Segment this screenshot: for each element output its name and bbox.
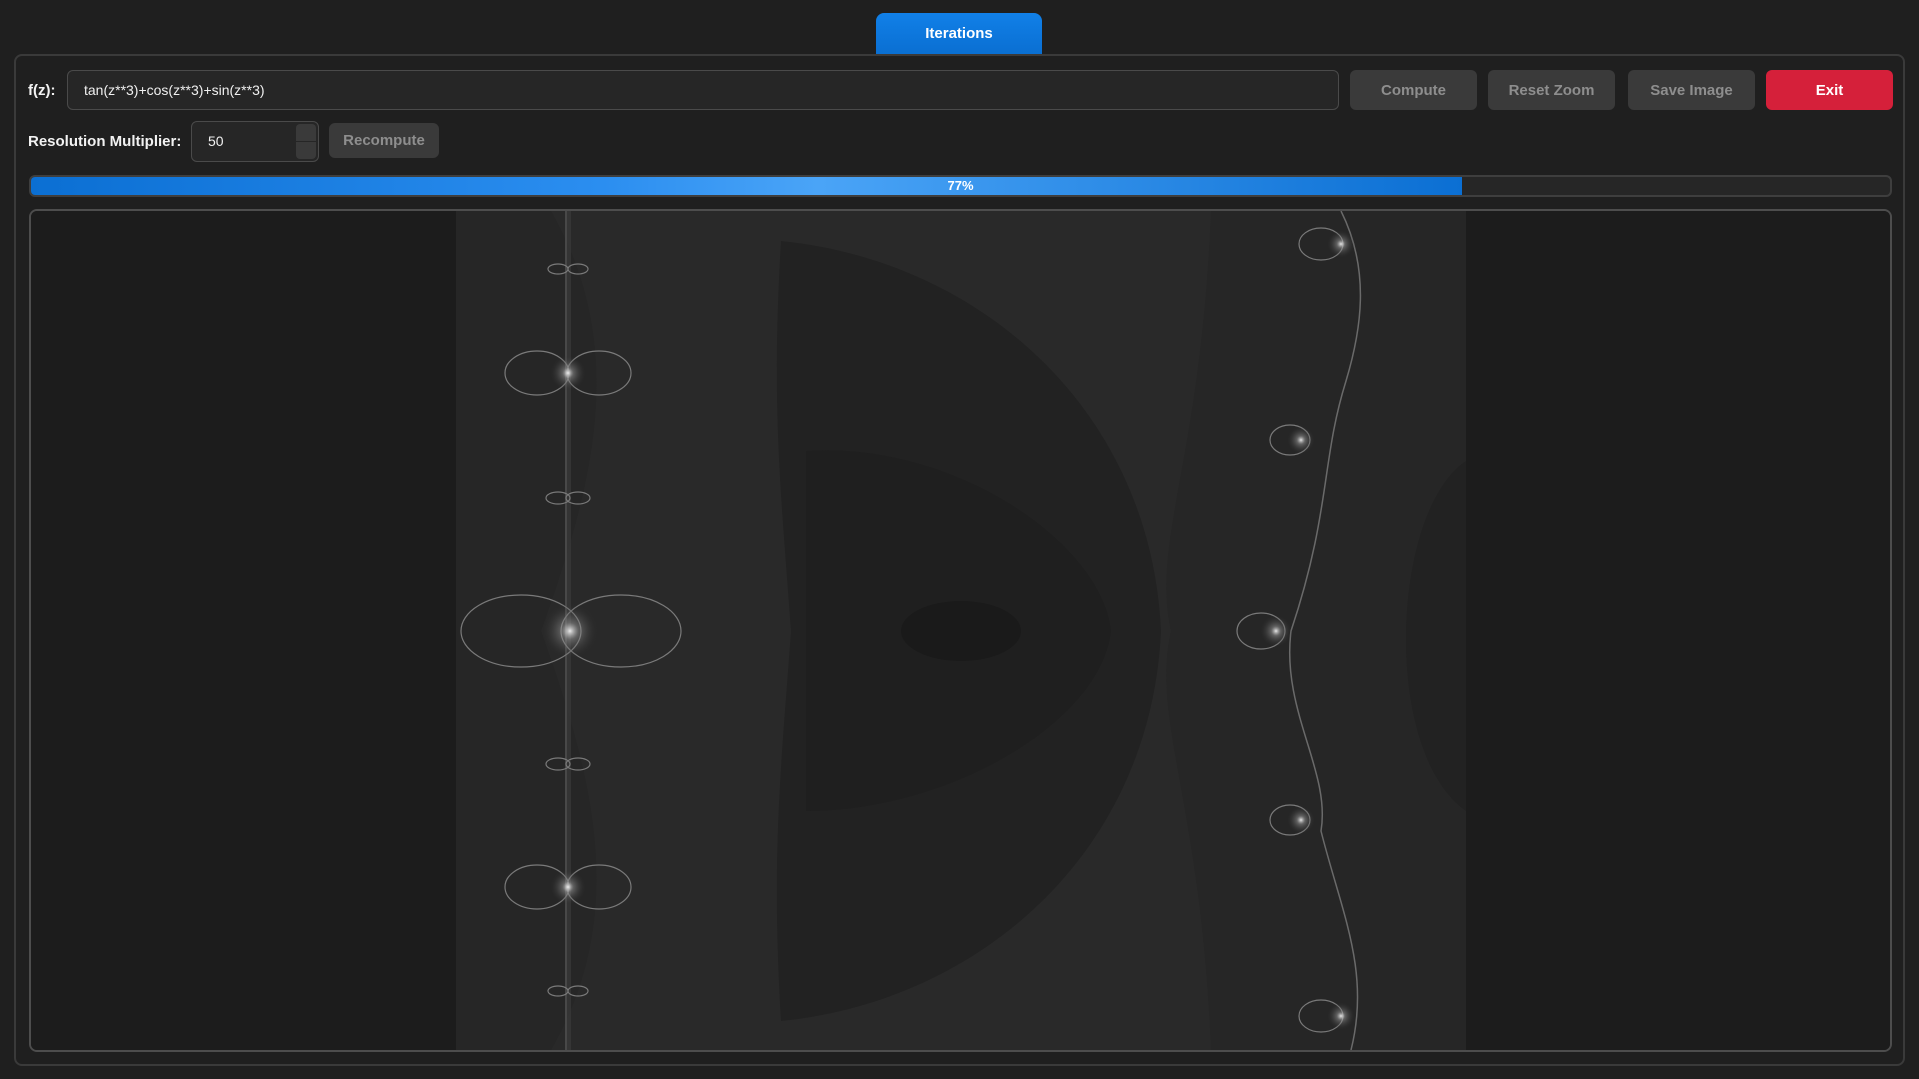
resolution-multiplier-label: Resolution Multiplier:: [28, 133, 182, 150]
resolution-multiplier-value[interactable]: 50: [208, 122, 224, 161]
tab-iterations[interactable]: Iterations: [876, 13, 1042, 54]
reset-zoom-button[interactable]: Reset Zoom: [1488, 70, 1615, 110]
recompute-button[interactable]: Recompute: [329, 123, 439, 158]
fractal-app-window: Iterations f(z): Compute Reset Zoom Save…: [0, 0, 1919, 1079]
save-image-button[interactable]: Save Image: [1628, 70, 1755, 110]
compute-button[interactable]: Compute: [1350, 70, 1477, 110]
progress-bar-text: 77%: [947, 178, 974, 193]
spin-up-button[interactable]: [296, 124, 316, 141]
formula-input[interactable]: [67, 70, 1339, 110]
formula-label: f(z):: [28, 82, 56, 99]
resolution-multiplier-spinbox[interactable]: 50: [191, 121, 319, 162]
fractal-image: [31, 211, 1890, 1050]
exit-button[interactable]: Exit: [1766, 70, 1893, 110]
fractal-canvas[interactable]: [29, 209, 1892, 1052]
progress-bar: 77%: [29, 175, 1892, 197]
spin-down-button[interactable]: [296, 142, 316, 159]
